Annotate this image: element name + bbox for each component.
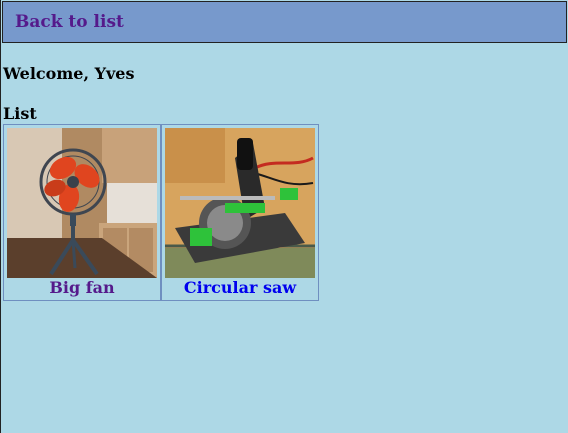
- back-to-list-link[interactable]: Back to list: [15, 12, 124, 32]
- item-grid: Big fan Circular saw: [3, 124, 319, 301]
- top-bar: Back to list: [2, 1, 567, 43]
- circular-saw-photo[interactable]: [165, 128, 315, 278]
- item-card-circular-saw[interactable]: Circular saw: [161, 124, 319, 301]
- fan-photo[interactable]: [7, 128, 157, 278]
- list-heading: List: [3, 104, 37, 123]
- item-link-circular-saw[interactable]: Circular saw: [162, 278, 318, 297]
- welcome-message: Welcome, Yves: [3, 64, 135, 83]
- item-link-big-fan[interactable]: Big fan: [4, 278, 160, 297]
- item-card-big-fan[interactable]: Big fan: [3, 124, 161, 301]
